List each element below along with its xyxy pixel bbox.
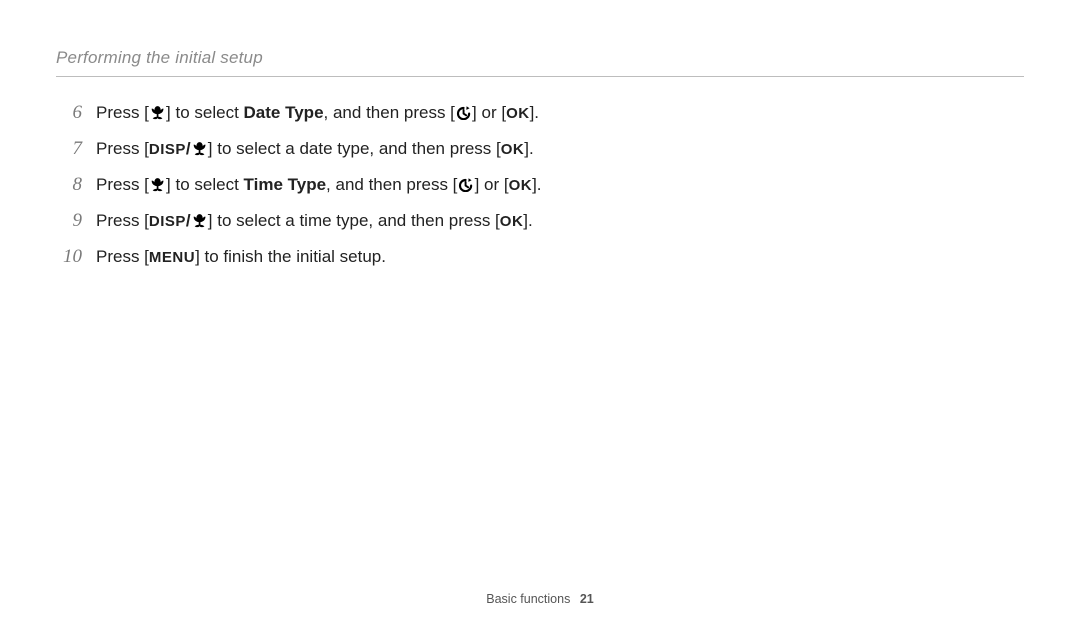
timer-icon bbox=[455, 105, 472, 120]
ok-label: OK bbox=[501, 141, 525, 158]
macro-icon bbox=[149, 105, 166, 120]
disp-label: DISP bbox=[149, 141, 186, 158]
step-text: Press [DISP/] to select a time type, and… bbox=[96, 205, 1024, 237]
step-item: 7 Press [DISP/] to select a date type, an… bbox=[56, 131, 1024, 167]
macro-icon bbox=[191, 213, 208, 228]
ok-label: OK bbox=[509, 177, 533, 194]
macro-icon bbox=[191, 141, 208, 156]
step-list: 6 Press [] to select Date Type, and then … bbox=[56, 95, 1024, 275]
step-item: 6 Press [] to select Date Type, and then … bbox=[56, 95, 1024, 131]
emphasis: Time Type bbox=[244, 175, 327, 194]
step-text: Press [MENU] to finish the initial setup… bbox=[96, 241, 1024, 273]
step-item: 10 Press [MENU] to finish the initial set… bbox=[56, 239, 1024, 275]
step-number: 7 bbox=[56, 131, 82, 167]
page-title: Performing the initial setup bbox=[56, 48, 1024, 68]
step-number: 6 bbox=[56, 95, 82, 131]
ok-label: OK bbox=[500, 213, 524, 230]
step-text: Press [] to select Date Type, and then p… bbox=[96, 97, 1024, 129]
step-number: 9 bbox=[56, 203, 82, 239]
macro-icon bbox=[149, 177, 166, 192]
page-footer: Basic functions 21 bbox=[0, 592, 1080, 606]
header-rule bbox=[56, 76, 1024, 77]
step-item: 8 Press [] to select Time Type, and then … bbox=[56, 167, 1024, 203]
step-number: 8 bbox=[56, 167, 82, 203]
menu-label: MENU bbox=[149, 249, 195, 266]
manual-page: Performing the initial setup 6 Press [] t… bbox=[0, 0, 1080, 630]
disp-label: DISP bbox=[149, 213, 186, 230]
step-text: Press [] to select Time Type, and then p… bbox=[96, 169, 1024, 201]
step-text: Press [DISP/] to select a date type, and… bbox=[96, 133, 1024, 165]
timer-icon bbox=[457, 177, 474, 192]
footer-page-number: 21 bbox=[580, 592, 594, 606]
ok-label: OK bbox=[506, 105, 530, 122]
step-number: 10 bbox=[56, 239, 82, 275]
footer-section: Basic functions bbox=[486, 592, 570, 606]
emphasis: Date Type bbox=[244, 103, 324, 122]
step-item: 9 Press [DISP/] to select a time type, an… bbox=[56, 203, 1024, 239]
